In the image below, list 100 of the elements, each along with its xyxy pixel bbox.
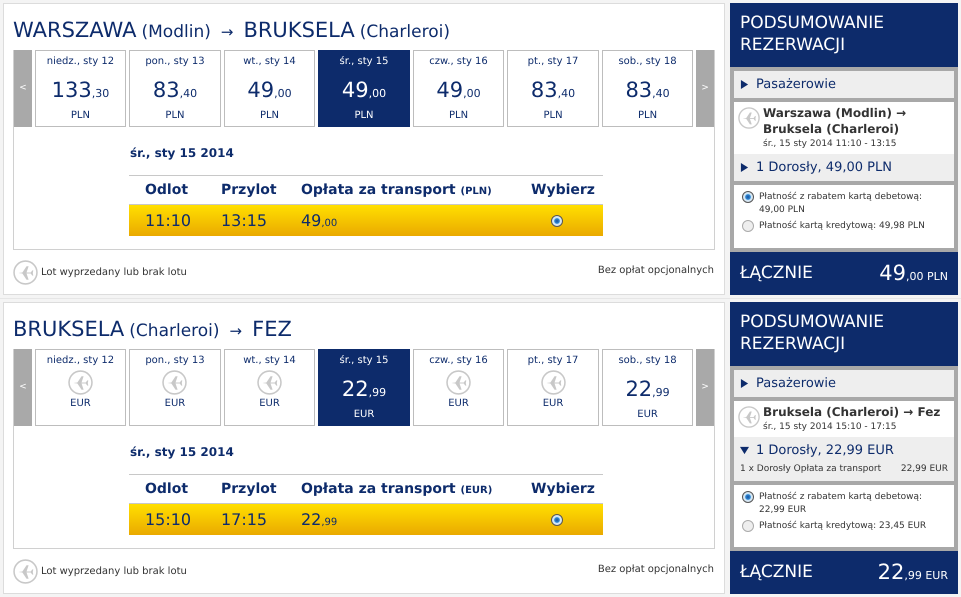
price: 22,99: [625, 379, 670, 400]
flight-row[interactable]: 11:10 13:15 49,00: [129, 205, 603, 236]
total-amount: 22,99 EUR: [878, 558, 948, 586]
price: 83,40: [625, 80, 670, 101]
currency: PLN: [638, 109, 658, 123]
fare-price: 49,00: [301, 210, 338, 232]
plane-icon: [13, 558, 38, 584]
date-tile[interactable]: czw., sty 16 EUR: [412, 349, 504, 426]
currency: EUR: [164, 397, 186, 411]
date-label: czw., sty 16: [429, 354, 488, 368]
date-label: śr., sty 15: [340, 55, 388, 69]
summary-title: PODSUMOWANIE REZERWACJI: [740, 12, 885, 56]
currency: PLN: [448, 109, 468, 123]
legend-text: Lot wyprzedany lub brak lotu: [41, 564, 187, 578]
date-tile[interactable]: sob., sty 18 22,99 EUR: [602, 349, 694, 426]
selected-date: śr., sty 15 2014: [130, 145, 234, 162]
currency: EUR: [259, 397, 280, 411]
plane-icon: [162, 370, 188, 395]
column-header: Wybierz: [531, 480, 595, 498]
departure-time: 11:10: [145, 210, 192, 232]
currency: PLN: [543, 109, 563, 123]
date-label: wt., sty 14: [243, 354, 296, 368]
itinerary-time: śr., 15 sty 2014 15:10 - 17:15: [763, 421, 898, 434]
date-tile[interactable]: sob., sty 18 83,40 PLN: [602, 50, 694, 127]
radio-button[interactable]: [551, 214, 563, 226]
currency: EUR: [354, 408, 374, 422]
radio-button[interactable]: [742, 520, 754, 532]
route-title: WARSZAWA (Modlin) → BRUKSELA (Charleroi): [13, 17, 451, 44]
date-label: wt., sty 14: [243, 55, 296, 69]
payment-option: Płatność kartą kredytową: 49,98 PLN: [759, 220, 925, 233]
payment-option: Płatność z rabatem kartą debetową: 22,99 EUR: [759, 490, 939, 516]
date-tile[interactable]: pt., sty 17 EUR: [507, 349, 599, 426]
flight-row[interactable]: 15:10 17:15 22,99: [129, 504, 603, 535]
passengers-toggle[interactable]: Pasażerowie: [734, 370, 954, 397]
note-text: Bez opłat opcjonalnych: [598, 562, 714, 576]
column-header: Wybierz: [531, 180, 595, 200]
date-tile[interactable]: śr., sty 15 49,00 PLN: [318, 50, 410, 127]
total-label: ŁĄCZNIE: [740, 262, 813, 285]
plane-icon: [68, 370, 93, 395]
date-tile[interactable]: niedz., sty 12 133,30 PLN: [34, 50, 126, 127]
date-tile[interactable]: czw., sty 16 49,00 PLN: [412, 50, 504, 127]
selected-date: śr., sty 15 2014: [130, 444, 234, 461]
column-header: Odlot: [145, 180, 188, 200]
passengers-toggle[interactable]: Pasażerowie: [734, 71, 954, 98]
arrival-time: 13:15: [221, 210, 268, 232]
note-text: Bez opłat opcjonalnych: [598, 264, 714, 278]
payment-option: Płatność z rabatem kartą debetową: 49,00 PLN: [759, 191, 939, 217]
payment-option: Płatność kartą kredytową: 23,45 EUR: [759, 520, 926, 532]
plane-icon: [540, 370, 566, 395]
price: 83,40: [152, 80, 198, 101]
price: 83,40: [530, 80, 576, 101]
date-label: sob., sty 18: [618, 55, 677, 69]
price: 22,99: [342, 379, 386, 400]
date-tile[interactable]: wt., sty 14 49,00 PLN: [224, 50, 316, 127]
fare-toggle[interactable]: 1 Dorosły, 22,99 EUR: [740, 440, 948, 460]
itinerary-route: Bruksela (Charleroi) → Fez: [763, 404, 940, 420]
itinerary-route: Warszawa (Modlin) → Bruksela (Charleroi): [763, 105, 908, 137]
currency: EUR: [637, 408, 658, 422]
currency: PLN: [165, 109, 185, 123]
fare-detail: 1 x Dorosły Opłata za transport: [740, 463, 882, 476]
currency: EUR: [70, 397, 91, 411]
date-label: śr., sty 15: [340, 354, 388, 368]
radio-button[interactable]: [551, 514, 563, 526]
date-tile[interactable]: pt., sty 17 83,40 PLN: [507, 50, 599, 127]
total-amount: 49,00 PLN: [879, 260, 948, 287]
fare-detail-amount: 22,99 EUR: [900, 463, 948, 476]
price: 49,00: [436, 80, 481, 101]
plane-icon: [13, 260, 38, 284]
route-title: BRUKSELA (Charleroi) → FEZ: [13, 316, 293, 343]
date-tile[interactable]: śr., sty 15 22,99 EUR: [318, 349, 410, 426]
date-label: pon., sty 13: [145, 55, 205, 69]
date-label: czw., sty 16: [429, 55, 488, 69]
plane-icon: [256, 370, 282, 395]
date-tile[interactable]: pon., sty 13 EUR: [129, 349, 221, 426]
price: 49,00: [342, 80, 386, 101]
summary-title: PODSUMOWANIE REZERWACJI: [740, 311, 885, 355]
currency: EUR: [542, 397, 564, 411]
plane-icon: [738, 107, 760, 129]
price: 133,30: [52, 80, 110, 101]
radio-button[interactable]: [742, 220, 754, 232]
date-tile[interactable]: wt., sty 14 EUR: [224, 349, 316, 426]
currency: EUR: [448, 397, 469, 411]
radio-button[interactable]: [742, 490, 754, 502]
column-header: Przylot: [221, 180, 277, 200]
column-header: Odlot: [145, 480, 188, 498]
total-label: ŁĄCZNIE: [740, 560, 813, 584]
fare-toggle[interactable]: 1 Dorosły, 49,00 PLN: [740, 158, 948, 177]
fare-price: 22,99: [301, 508, 338, 530]
date-label: sob., sty 18: [618, 354, 677, 368]
date-label: pt., sty 17: [528, 354, 578, 368]
departure-time: 15:10: [145, 508, 192, 530]
column-header: Opłata za transport (EUR): [301, 480, 492, 498]
currency: PLN: [354, 109, 374, 123]
date-tile[interactable]: niedz., sty 12 EUR: [34, 349, 126, 426]
arrival-time: 17:15: [221, 508, 268, 530]
date-label: pt., sty 17: [528, 55, 578, 69]
currency: PLN: [260, 109, 280, 123]
date-label: niedz., sty 12: [46, 354, 114, 368]
radio-button[interactable]: [742, 191, 754, 203]
date-tile[interactable]: pon., sty 13 83,40 PLN: [129, 50, 221, 127]
